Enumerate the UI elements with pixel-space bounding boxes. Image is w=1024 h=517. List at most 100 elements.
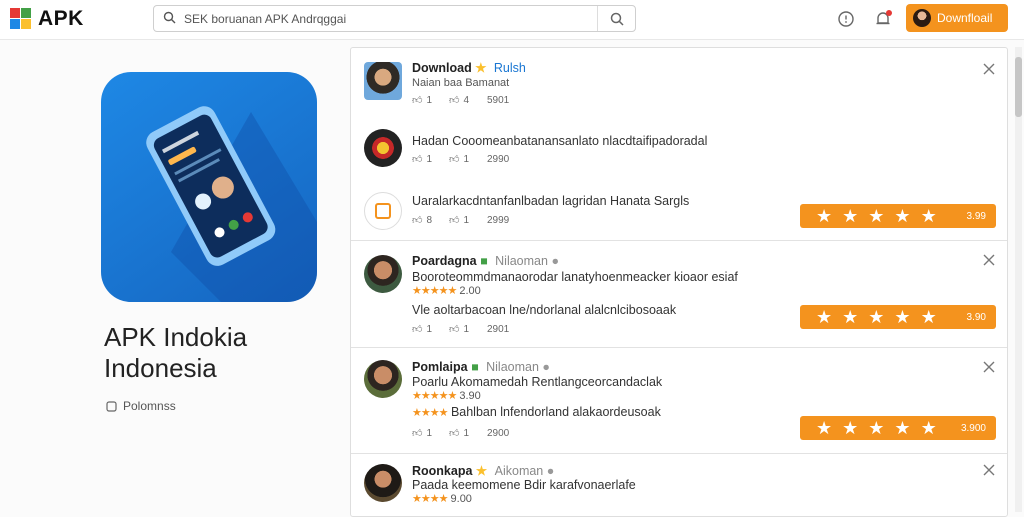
- trophy-icon: ★: [475, 61, 487, 75]
- star-rating-icon: ★★★★: [412, 493, 448, 505]
- review-text-2-value: Bahlban lnfendorland alakaordeusoak: [450, 405, 661, 419]
- star-icon: ★: [816, 206, 833, 226]
- avatar[interactable]: [364, 360, 402, 398]
- app-meta[interactable]: Polomnss: [106, 399, 176, 413]
- search-input[interactable]: SEK boruanan APK Andrqggai: [184, 12, 346, 26]
- review-text: Hadan Cooomeanbatanansanlato nlacdtaifip…: [412, 134, 708, 148]
- shield-icon: [375, 203, 391, 219]
- rating-bar[interactable]: ★ ★ ★ ★ ★ 3.99: [800, 204, 996, 228]
- review-text-2: Vle aoltarbacoan lne/ndorlanal alalcnlci…: [412, 303, 677, 317]
- view-count: 2901: [487, 323, 510, 335]
- star-icon: ★: [920, 418, 937, 438]
- reply-button[interactable]: 👍︎ 1: [449, 214, 486, 227]
- reply-icon: 👍︎: [449, 95, 460, 106]
- view-count: 2990: [487, 153, 510, 165]
- like-count: 8: [426, 214, 433, 226]
- avatar[interactable]: [364, 62, 402, 100]
- rating-bar[interactable]: ★ ★ ★ ★ ★ 3.90: [800, 305, 996, 329]
- app-title-line-2: Indonesia: [104, 353, 217, 383]
- logo-text: APK: [38, 7, 84, 30]
- like-button[interactable]: 👍︎ 1: [412, 427, 449, 440]
- star-icon: ★: [842, 418, 859, 438]
- thumb-up-icon: 👍︎: [412, 428, 423, 439]
- reviewer-name[interactable]: Poardagna ■ Nilaoman ●: [412, 254, 559, 268]
- reviewer-name[interactable]: Pomlaipa ■ Nilaoman ●: [412, 360, 550, 374]
- review-actions: 👍︎ 1 👍︎ 1 2900: [412, 427, 524, 440]
- reply-count: 1: [463, 323, 470, 335]
- scrollbar-thumb[interactable]: [1015, 57, 1022, 117]
- apk-logo-icon: [10, 8, 32, 30]
- notification-bell-icon[interactable]: [873, 9, 893, 29]
- reply-icon: 👍︎: [449, 154, 460, 165]
- reviewer-name[interactable]: Roonkapa ★ Aikoman ●: [412, 463, 554, 478]
- like-button[interactable]: 👍︎ 1: [412, 323, 449, 336]
- close-icon[interactable]: [983, 254, 995, 266]
- info-icon: ●: [542, 360, 550, 374]
- star-icon: ★: [816, 307, 833, 327]
- search-bar[interactable]: SEK boruanan APK Andrqggai: [153, 5, 636, 32]
- review-card: Poardagna ■ Nilaoman ● Booroteommdmanaor…: [351, 241, 1007, 348]
- avatar[interactable]: [364, 129, 402, 167]
- view-count: 2999: [487, 214, 510, 226]
- review-rating: 9.00: [450, 493, 472, 505]
- review-text: Booroteommdmanaorodar lanatyhoenmeacker …: [412, 270, 738, 284]
- star-icon: ★: [920, 307, 937, 327]
- rating-value: 3.99: [966, 210, 986, 222]
- star-icon: ★: [868, 307, 885, 327]
- review-card: Download ★ Rulsh Naian baa Bamanat 👍︎ 1 👍…: [351, 48, 1007, 241]
- document-icon: [106, 400, 117, 412]
- like-count: 1: [426, 427, 433, 439]
- close-icon[interactable]: [983, 464, 995, 476]
- reply-button[interactable]: 👍︎ 1: [449, 427, 486, 440]
- view-count: 2900: [487, 427, 510, 439]
- star-icon: ★: [894, 206, 911, 226]
- avatar[interactable]: [364, 192, 402, 230]
- chat-icon[interactable]: [836, 9, 856, 29]
- header-download-button[interactable]: Downfloail: [906, 4, 1008, 32]
- review-feed: Download ★ Rulsh Naian baa Bamanat 👍︎ 1 👍…: [350, 47, 1008, 517]
- like-button[interactable]: 👍︎ 1: [412, 94, 449, 107]
- reviewer-name-text: Pomlaipa: [412, 360, 468, 374]
- review-text: Uaralarkacdntanfanlbadan lagridan Hanata…: [412, 194, 690, 208]
- close-icon[interactable]: [983, 361, 995, 373]
- star-icon: ★: [868, 206, 885, 226]
- review-rating: 2.00: [459, 285, 481, 297]
- like-count: 1: [426, 153, 433, 165]
- app-title-line-1: APK Indokia: [104, 322, 248, 352]
- like-count: 1: [426, 94, 433, 106]
- app-title: APK Indokia Indonesia: [104, 322, 247, 384]
- star-rating-icon: ★★★★★: [412, 390, 457, 402]
- top-bar: APK SEK boruanan APK Andrqggai Downfloai…: [0, 0, 1024, 40]
- like-count: 1: [426, 323, 433, 335]
- verified-icon: ■: [480, 254, 488, 268]
- star-rating-icon: ★★★★★: [412, 285, 457, 297]
- like-button[interactable]: 👍︎ 8: [412, 214, 449, 227]
- scrollbar[interactable]: [1015, 47, 1022, 512]
- user-avatar: [913, 9, 931, 27]
- rating-bar[interactable]: ★ ★ ★ ★ ★ 3.900: [800, 416, 996, 440]
- avatar[interactable]: [364, 255, 402, 293]
- reply-button[interactable]: 👍︎ 1: [449, 153, 486, 166]
- reply-count: 1: [463, 214, 470, 226]
- review-stars: ★★★★★ 2.00: [412, 284, 481, 297]
- rating-value: 3.90: [966, 311, 986, 323]
- reply-icon: 👍︎: [449, 215, 460, 226]
- review-text: Poarlu Akomamedah Rentlangceorcandaclak: [412, 375, 663, 389]
- trophy-icon: ★: [475, 464, 488, 478]
- avatar[interactable]: [364, 464, 402, 502]
- close-icon[interactable]: [983, 63, 995, 75]
- reply-count: 1: [463, 153, 470, 165]
- like-button[interactable]: 👍︎ 1: [412, 153, 449, 166]
- reply-button[interactable]: 👍︎ 4: [449, 94, 486, 107]
- thumb-up-icon: 👍︎: [412, 95, 423, 106]
- info-icon: ●: [551, 254, 559, 268]
- reviewer-badge: Nilaoman: [495, 254, 548, 268]
- thumb-up-icon: 👍︎: [412, 154, 423, 165]
- reply-button[interactable]: 👍︎ 1: [449, 323, 486, 336]
- reviewer-name[interactable]: Download ★ Rulsh: [412, 60, 526, 75]
- review-actions: 👍︎ 1 👍︎ 1 2990: [412, 153, 524, 166]
- logo[interactable]: APK: [10, 7, 84, 31]
- search-button[interactable]: [597, 6, 635, 31]
- reviewer-name-text: Roonkapa: [412, 464, 473, 478]
- reply-count: 4: [463, 94, 470, 106]
